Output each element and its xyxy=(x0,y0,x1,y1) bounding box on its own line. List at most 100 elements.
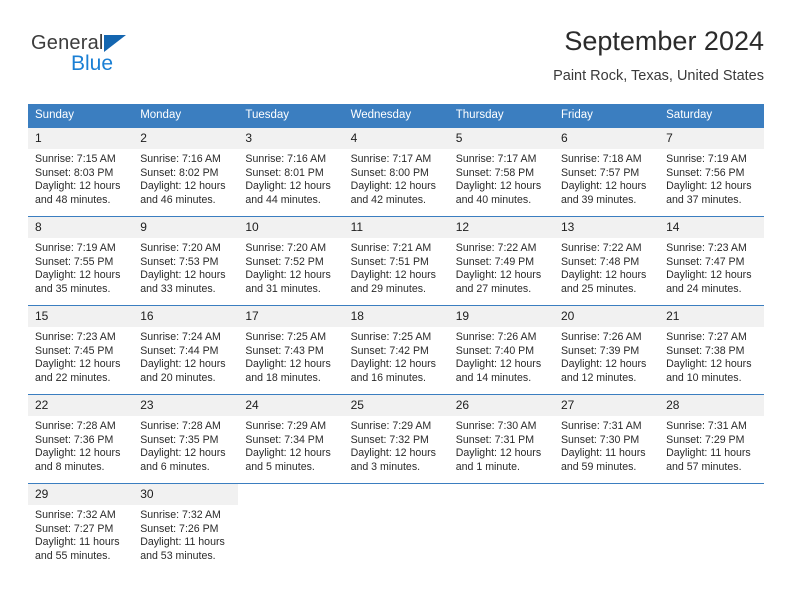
sunset-text: Sunset: 7:38 PM xyxy=(666,344,745,357)
weekday-header-sunday: Sunday xyxy=(28,104,134,128)
calendar-day-cell[interactable]: 24 Sunrise: 7:29 AM Sunset: 7:34 PM Dayligh… xyxy=(238,394,344,484)
general-blue-logo[interactable]: General Blue xyxy=(31,32,211,84)
daylight-text: Daylight: 11 hours and 59 minutes. xyxy=(560,447,646,473)
weekday-header-thursday: Thursday xyxy=(448,104,554,128)
daylight-text: Daylight: 12 hours and 6 minutes. xyxy=(140,447,226,473)
day-details: Sunrise: 7:19 AM Sunset: 7:56 PM Daylight:… xyxy=(659,149,764,207)
calendar-day-cell[interactable]: 27 Sunrise: 7:31 AM Sunset: 7:30 PM Dayligh… xyxy=(553,394,660,484)
weekday-header-monday: Monday xyxy=(133,104,239,128)
sunset-text: Sunset: 7:34 PM xyxy=(245,433,324,446)
day-details: Sunrise: 7:31 AM Sunset: 7:30 PM Daylight:… xyxy=(554,416,659,474)
weekday-header-tuesday: Tuesday xyxy=(238,104,344,128)
calendar-day-cell[interactable]: 10 Sunrise: 7:20 AM Sunset: 7:52 PM Dayligh… xyxy=(238,216,344,306)
day-details: Sunrise: 7:30 AM Sunset: 7:31 PM Daylight:… xyxy=(449,416,554,474)
sunrise-text: Sunrise: 7:20 AM xyxy=(245,242,327,254)
day-number xyxy=(659,484,765,505)
sunset-text: Sunset: 7:36 PM xyxy=(35,433,114,446)
sunrise-text: Sunrise: 7:25 AM xyxy=(350,331,432,343)
sunset-text: Sunset: 7:43 PM xyxy=(245,344,324,357)
calendar-day-cell[interactable]: 11 Sunrise: 7:21 AM Sunset: 7:51 PM Dayligh… xyxy=(343,216,449,306)
day-number: 5 xyxy=(448,128,554,149)
calendar-day-cell[interactable]: 25 Sunrise: 7:29 AM Sunset: 7:32 PM Dayligh… xyxy=(343,394,449,484)
calendar-day-cell[interactable]: 18 Sunrise: 7:25 AM Sunset: 7:42 PM Dayligh… xyxy=(343,305,449,395)
sunrise-text: Sunrise: 7:19 AM xyxy=(35,242,116,254)
calendar-day-cell[interactable]: 29 Sunrise: 7:32 AM Sunset: 7:27 PM Dayligh… xyxy=(28,483,134,572)
sunrise-text: Sunrise: 7:25 AM xyxy=(245,331,327,343)
day-number: 13 xyxy=(553,217,660,238)
day-details: Sunrise: 7:29 AM Sunset: 7:34 PM Daylight:… xyxy=(238,416,343,474)
sunset-text: Sunset: 7:32 PM xyxy=(350,433,429,446)
sunset-text: Sunset: 7:57 PM xyxy=(560,166,640,179)
calendar-day-cell[interactable]: 2 Sunrise: 7:16 AM Sunset: 8:02 PM Daylight… xyxy=(133,127,239,217)
calendar-day-cell[interactable]: 22 Sunrise: 7:28 AM Sunset: 7:36 PM Dayligh… xyxy=(28,394,134,484)
day-details: Sunrise: 7:29 AM Sunset: 7:32 PM Daylight:… xyxy=(344,416,449,474)
sunrise-text: Sunrise: 7:15 AM xyxy=(35,153,116,165)
sunset-text: Sunset: 7:56 PM xyxy=(666,166,745,179)
day-number: 22 xyxy=(28,395,134,416)
calendar-day-cell[interactable]: 21 Sunrise: 7:27 AM Sunset: 7:38 PM Dayligh… xyxy=(659,305,765,395)
weekday-header-friday: Friday xyxy=(553,104,660,128)
daylight-text: Daylight: 12 hours and 16 minutes. xyxy=(350,358,436,384)
sunrise-text: Sunrise: 7:26 AM xyxy=(455,331,537,343)
sunset-text: Sunset: 7:30 PM xyxy=(560,433,640,446)
calendar-day-cell[interactable]: 12 Sunrise: 7:22 AM Sunset: 7:49 PM Dayligh… xyxy=(448,216,554,306)
sunset-text: Sunset: 8:02 PM xyxy=(140,166,219,179)
day-number: 11 xyxy=(343,217,449,238)
calendar-day-cell[interactable]: 3 Sunrise: 7:16 AM Sunset: 8:01 PM Daylight… xyxy=(238,127,344,217)
daylight-text: Daylight: 11 hours and 57 minutes. xyxy=(666,447,751,473)
day-number: 1 xyxy=(28,128,134,149)
sunset-text: Sunset: 7:58 PM xyxy=(455,166,535,179)
sunrise-text: Sunrise: 7:16 AM xyxy=(140,153,221,165)
calendar-day-cell[interactable]: 15 Sunrise: 7:23 AM Sunset: 7:45 PM Dayligh… xyxy=(28,305,134,395)
day-number: 16 xyxy=(133,306,239,327)
page-header: General Blue September 2024 Paint Rock, … xyxy=(28,24,764,94)
sunrise-text: Sunrise: 7:23 AM xyxy=(666,242,747,254)
daylight-text: Daylight: 12 hours and 33 minutes. xyxy=(140,269,226,295)
calendar-day-cell[interactable]: 17 Sunrise: 7:25 AM Sunset: 7:43 PM Dayligh… xyxy=(238,305,344,395)
calendar-day-cell[interactable]: 7 Sunrise: 7:19 AM Sunset: 7:56 PM Daylight… xyxy=(659,127,765,217)
daylight-text: Daylight: 12 hours and 35 minutes. xyxy=(35,269,121,295)
sunrise-text: Sunrise: 7:18 AM xyxy=(560,153,642,165)
calendar-day-cell[interactable]: 13 Sunrise: 7:22 AM Sunset: 7:48 PM Dayligh… xyxy=(553,216,660,306)
blue-triangle-icon xyxy=(103,35,126,52)
calendar-day-cell[interactable]: 19 Sunrise: 7:26 AM Sunset: 7:40 PM Dayligh… xyxy=(448,305,554,395)
day-number: 17 xyxy=(238,306,344,327)
calendar-day-cell[interactable]: 5 Sunrise: 7:17 AM Sunset: 7:58 PM Daylight… xyxy=(448,127,554,217)
daylight-text: Daylight: 12 hours and 24 minutes. xyxy=(666,269,752,295)
day-number: 8 xyxy=(28,217,134,238)
calendar-week-row: 15 Sunrise: 7:23 AM Sunset: 7:45 PM Dayligh… xyxy=(28,305,765,395)
sunrise-text: Sunrise: 7:31 AM xyxy=(560,420,642,432)
calendar-day-cell[interactable]: 26 Sunrise: 7:30 AM Sunset: 7:31 PM Dayligh… xyxy=(448,394,554,484)
day-details: Sunrise: 7:22 AM Sunset: 7:48 PM Daylight:… xyxy=(554,238,659,296)
sunrise-text: Sunrise: 7:22 AM xyxy=(560,242,642,254)
day-details: Sunrise: 7:19 AM Sunset: 7:55 PM Daylight:… xyxy=(28,238,133,296)
calendar-day-cell[interactable]: 20 Sunrise: 7:26 AM Sunset: 7:39 PM Dayligh… xyxy=(553,305,660,395)
sunset-text: Sunset: 7:49 PM xyxy=(455,255,535,268)
calendar-day-cell[interactable]: 9 Sunrise: 7:20 AM Sunset: 7:53 PM Daylight… xyxy=(133,216,239,306)
sunset-text: Sunset: 8:01 PM xyxy=(245,166,324,179)
daylight-text: Daylight: 12 hours and 27 minutes. xyxy=(455,269,542,295)
calendar-day-cell[interactable]: 4 Sunrise: 7:17 AM Sunset: 8:00 PM Daylight… xyxy=(343,127,449,217)
daylight-text: Daylight: 12 hours and 20 minutes. xyxy=(140,358,226,384)
calendar-day-cell[interactable]: 30 Sunrise: 7:32 AM Sunset: 7:26 PM Dayligh… xyxy=(133,483,239,572)
calendar-day-cell[interactable]: 23 Sunrise: 7:28 AM Sunset: 7:35 PM Dayligh… xyxy=(133,394,239,484)
sunset-text: Sunset: 7:31 PM xyxy=(455,433,535,446)
calendar-day-cell[interactable]: 28 Sunrise: 7:31 AM Sunset: 7:29 PM Dayligh… xyxy=(659,394,765,484)
daylight-text: Daylight: 12 hours and 25 minutes. xyxy=(560,269,647,295)
calendar-day-cell[interactable]: 8 Sunrise: 7:19 AM Sunset: 7:55 PM Daylight… xyxy=(28,216,134,306)
calendar-day-cell[interactable]: 6 Sunrise: 7:18 AM Sunset: 7:57 PM Daylight… xyxy=(553,127,660,217)
day-details: Sunrise: 7:23 AM Sunset: 7:45 PM Daylight:… xyxy=(28,327,133,385)
sunrise-text: Sunrise: 7:20 AM xyxy=(140,242,221,254)
sunset-text: Sunset: 7:45 PM xyxy=(35,344,114,357)
day-details: Sunrise: 7:32 AM Sunset: 7:27 PM Daylight:… xyxy=(28,505,133,563)
day-number: 27 xyxy=(553,395,660,416)
daylight-text: Daylight: 12 hours and 22 minutes. xyxy=(35,358,121,384)
sunrise-text: Sunrise: 7:29 AM xyxy=(245,420,327,432)
daylight-text: Daylight: 12 hours and 8 minutes. xyxy=(35,447,121,473)
day-number: 30 xyxy=(133,484,239,505)
day-number xyxy=(343,484,449,505)
day-number xyxy=(553,484,660,505)
calendar-day-cell[interactable]: 1 Sunrise: 7:15 AM Sunset: 8:03 PM Daylight… xyxy=(28,127,134,217)
calendar-day-cell[interactable]: 16 Sunrise: 7:24 AM Sunset: 7:44 PM Dayligh… xyxy=(133,305,239,395)
calendar-day-cell[interactable]: 14 Sunrise: 7:23 AM Sunset: 7:47 PM Dayligh… xyxy=(659,216,765,306)
